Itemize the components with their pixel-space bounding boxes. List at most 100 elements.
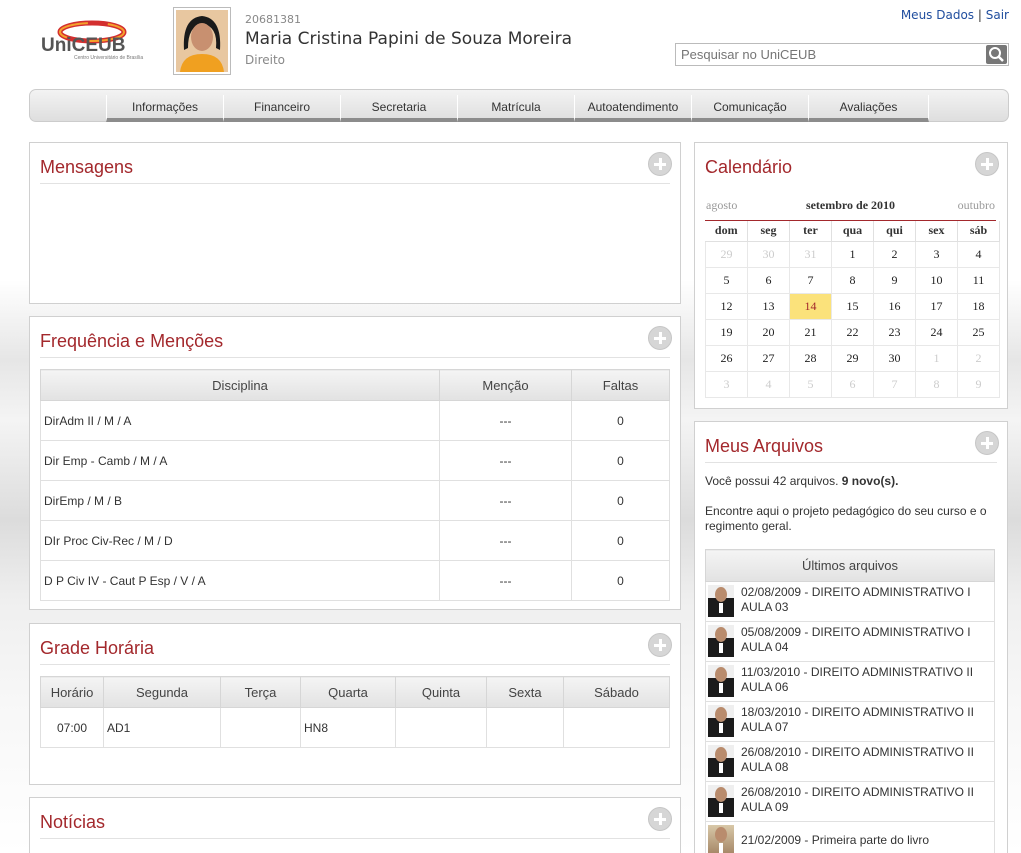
expand-plus-icon[interactable] xyxy=(975,431,999,455)
table-row: DirAdm II / M / A --- 0 xyxy=(40,400,670,441)
calendar-day[interactable]: 6 xyxy=(747,266,790,294)
calendar-day[interactable]: 1 xyxy=(915,344,958,372)
calendar-day[interactable]: 30 xyxy=(747,240,790,268)
file-item[interactable]: 11/03/2010 - DIREITO ADMINISTRATIVO II A… xyxy=(708,665,991,697)
current-month: setembro de 2010 xyxy=(805,198,896,212)
calendar-day[interactable]: 20 xyxy=(747,318,790,346)
nav-matricula[interactable]: Matrícula xyxy=(457,95,574,122)
calendar-day[interactable]: 2 xyxy=(957,344,1000,372)
nav-informacoes[interactable]: Informações xyxy=(106,95,223,122)
calendar-day[interactable]: 12 xyxy=(705,292,748,320)
calendar-day[interactable]: 1 xyxy=(831,240,874,268)
calendar-day[interactable]: 19 xyxy=(705,318,748,346)
schedule-table: Horário Segunda Terça Quarta Quinta Sext… xyxy=(40,676,670,748)
calendar-day[interactable]: 8 xyxy=(831,266,874,294)
cell-mencao: --- xyxy=(439,520,572,561)
file-item[interactable]: 05/08/2009 - DIREITO ADMINISTRATIVO I AU… xyxy=(708,625,991,657)
calendar-day[interactable]: 9 xyxy=(957,370,1000,398)
expand-plus-icon[interactable] xyxy=(975,152,999,176)
calendar-day[interactable]: 15 xyxy=(831,292,874,320)
attendance-title: Frequência e Menções xyxy=(40,331,224,351)
calendar-day[interactable]: 23 xyxy=(873,318,916,346)
calendar-day[interactable]: 2 xyxy=(873,240,916,268)
calendar-day[interactable]: 27 xyxy=(747,344,790,372)
calendar-day[interactable]: 16 xyxy=(873,292,916,320)
calendar-day[interactable]: 6 xyxy=(831,370,874,398)
calendar-day[interactable]: 31 xyxy=(789,240,832,268)
file-label: 02/08/2009 - DIREITO ADMINISTRATIVO I AU… xyxy=(741,585,971,614)
col-segunda: Segunda xyxy=(103,676,221,708)
expand-plus-icon[interactable] xyxy=(648,326,672,350)
calendar-day[interactable]: 13 xyxy=(747,292,790,320)
search-button[interactable] xyxy=(986,45,1007,64)
calendar-day[interactable]: 9 xyxy=(873,266,916,294)
calendar-day[interactable]: 4 xyxy=(747,370,790,398)
calendar-day[interactable]: 18 xyxy=(957,292,1000,320)
calendar-day[interactable]: 7 xyxy=(873,370,916,398)
file-label: 26/08/2010 - DIREITO ADMINISTRATIVO II A… xyxy=(741,745,974,774)
file-item[interactable]: 21/02/2009 - Primeira parte do livro xyxy=(708,825,991,853)
calendar-day[interactable]: 17 xyxy=(915,292,958,320)
calendar-day[interactable]: 5 xyxy=(705,266,748,294)
my-data-link[interactable]: Meus Dados xyxy=(901,8,974,22)
nav-avaliacoes[interactable]: Avaliações xyxy=(808,95,929,122)
col-faltas: Faltas xyxy=(571,369,670,401)
divider xyxy=(40,664,670,665)
files-info[interactable]: Encontre aqui o projeto pedagógico do se… xyxy=(705,504,997,534)
cell-faltas: 0 xyxy=(571,560,670,601)
logout-link[interactable]: Sair xyxy=(986,8,1009,22)
cell-mencao: --- xyxy=(439,440,572,481)
calendar-day-today[interactable]: 14 xyxy=(789,292,832,320)
expand-plus-icon[interactable] xyxy=(648,152,672,176)
nav-comunicacao[interactable]: Comunicação xyxy=(691,95,808,122)
student-course: Direito xyxy=(245,53,286,67)
calendar-day[interactable]: 3 xyxy=(915,240,958,268)
expand-plus-icon[interactable] xyxy=(648,633,672,657)
calendar-day[interactable]: 8 xyxy=(915,370,958,398)
calendar-day[interactable]: 28 xyxy=(789,344,832,372)
calendar-day[interactable]: 30 xyxy=(873,344,916,372)
uniceub-logo[interactable]: UniCEUB Centro Universitário de Brasília xyxy=(40,18,158,62)
calendar-day[interactable]: 5 xyxy=(789,370,832,398)
calendar-day[interactable]: 21 xyxy=(789,318,832,346)
file-item[interactable]: 02/08/2009 - DIREITO ADMINISTRATIVO I AU… xyxy=(708,585,991,617)
cell-quarta: HN8 xyxy=(300,707,396,748)
calendar-day[interactable]: 29 xyxy=(831,344,874,372)
file-label: 05/08/2009 - DIREITO ADMINISTRATIVO I AU… xyxy=(741,625,971,654)
weekday-sex: sex xyxy=(915,221,958,242)
file-label: 21/02/2009 - Primeira parte do livro xyxy=(741,833,930,847)
file-item[interactable]: 18/03/2010 - DIREITO ADMINISTRATIVO II A… xyxy=(708,705,991,737)
files-panel: Meus Arquivos Você possui 42 arquivos. 9… xyxy=(694,421,1008,853)
cell-disciplina: DirEmp / M / B xyxy=(40,480,440,521)
search-box xyxy=(675,43,1009,66)
nav-financeiro[interactable]: Financeiro xyxy=(223,95,340,122)
calendar-day[interactable]: 29 xyxy=(705,240,748,268)
calendar-day[interactable]: 22 xyxy=(831,318,874,346)
cell-faltas: 0 xyxy=(571,400,670,441)
calendar-day[interactable]: 4 xyxy=(957,240,1000,268)
cell-disciplina: Dir Emp - Camb / M / A xyxy=(40,440,440,481)
calendar-day[interactable]: 11 xyxy=(957,266,1000,294)
nav-secretaria[interactable]: Secretaria xyxy=(340,95,457,122)
calendar-day[interactable]: 26 xyxy=(705,344,748,372)
nav-autoatendimento[interactable]: Autoatendimento xyxy=(574,95,691,122)
file-item[interactable]: 26/08/2010 - DIREITO ADMINISTRATIVO II A… xyxy=(708,785,991,817)
weekday-sab: sáb xyxy=(957,221,1000,242)
next-month-link[interactable]: outubro xyxy=(958,198,995,213)
schedule-title: Grade Horária xyxy=(40,638,155,658)
calendar-day[interactable]: 24 xyxy=(915,318,958,346)
cell-quinta xyxy=(395,707,487,748)
search-input[interactable] xyxy=(676,44,976,65)
expand-plus-icon[interactable] xyxy=(648,807,672,831)
calendar-day[interactable]: 25 xyxy=(957,318,1000,346)
calendar-day[interactable]: 7 xyxy=(789,266,832,294)
calendar-day[interactable]: 3 xyxy=(705,370,748,398)
file-label: 11/03/2010 - DIREITO ADMINISTRATIVO II A… xyxy=(741,665,974,694)
calendar-day[interactable]: 10 xyxy=(915,266,958,294)
cell-disciplina: DIr Proc Civ-Rec / M / D xyxy=(40,520,440,561)
cell-faltas: 0 xyxy=(571,520,670,561)
cell-horario: 07:00 xyxy=(40,707,104,748)
student-photo xyxy=(173,7,231,75)
cell-mencao: --- xyxy=(439,560,572,601)
file-item[interactable]: 26/08/2010 - DIREITO ADMINISTRATIVO II A… xyxy=(708,745,991,777)
